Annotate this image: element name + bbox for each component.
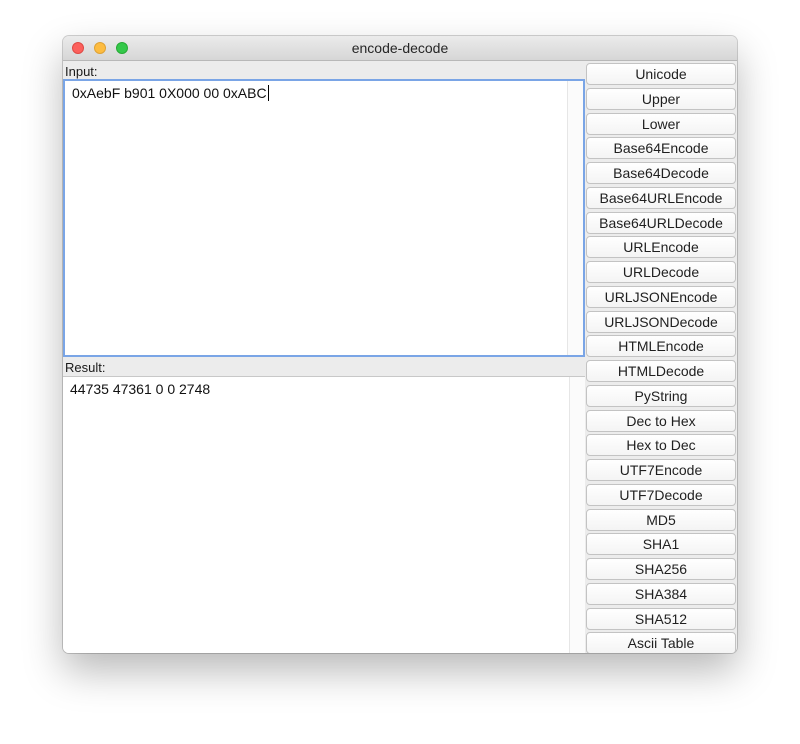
urlencode-button[interactable]: URLEncode [586,236,736,259]
base64urlencode-button[interactable]: Base64URLEncode [586,186,736,209]
input-scrollbar[interactable] [567,81,583,355]
utf7decode-button[interactable]: UTF7Decode [586,483,736,506]
upper-button[interactable]: Upper [586,87,736,110]
urldecode-button[interactable]: URLDecode [586,261,736,283]
urljsonencode-button[interactable]: URLJSONEncode [586,285,736,308]
unicode-button[interactable]: Unicode [586,63,736,85]
main-content: Input: 0xAebF b901 0X000 00 0xABC Result… [63,61,737,653]
input-textarea[interactable]: 0xAebF b901 0X000 00 0xABC [63,79,585,357]
result-label: Result: [65,360,106,375]
ascii-table-button[interactable]: Ascii Table [586,632,736,653]
sha384-button[interactable]: SHA384 [586,582,736,605]
base64urldecode-button[interactable]: Base64URLDecode [586,211,736,234]
htmldecode-button[interactable]: HTMLDecode [586,360,736,382]
result-text[interactable]: 44735 47361 0 0 2748 [70,381,210,397]
result-textarea[interactable]: 44735 47361 0 0 2748 [63,376,585,653]
sha512-button[interactable]: SHA512 [586,607,736,630]
base64decode-button[interactable]: Base64Decode [586,162,736,184]
pystring-button[interactable]: PyString [586,384,736,407]
urljsondecode-button[interactable]: URLJSONDecode [586,310,736,333]
result-scrollbar[interactable] [569,377,585,653]
title-bar: encode-decode [63,36,737,61]
text-caret [267,85,269,101]
window-title: encode-decode [351,40,449,56]
base64encode-button[interactable]: Base64Encode [586,137,736,160]
sha1-button[interactable]: SHA1 [586,533,736,556]
utf7encode-button[interactable]: UTF7Encode [586,459,736,481]
dec-to-hex-button[interactable]: Dec to Hex [586,409,736,432]
htmlencode-button[interactable]: HTMLEncode [586,335,736,358]
lower-button[interactable]: Lower [586,112,736,135]
input-text[interactable]: 0xAebF b901 0X000 00 0xABC [72,85,269,101]
sha256-button[interactable]: SHA256 [586,558,736,580]
md5-button[interactable]: MD5 [586,508,736,531]
hex-to-dec-button[interactable]: Hex to Dec [586,434,736,457]
input-label: Input: [65,64,98,79]
app-window: encode-decode Input: 0xAebF b901 0X000 0… [63,36,737,653]
